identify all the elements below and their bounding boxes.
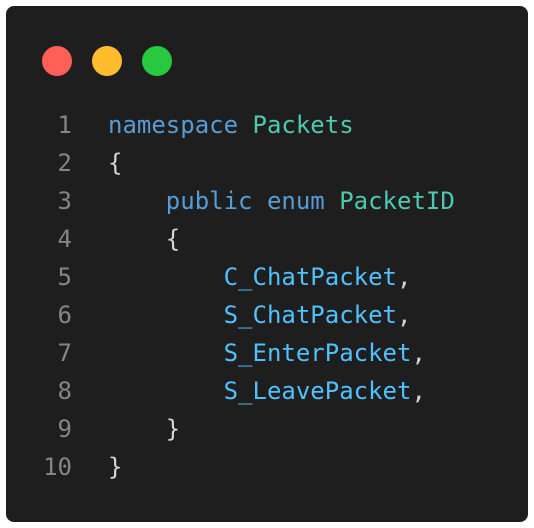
punctuation-token — [253, 187, 267, 215]
line-number: 7 — [57, 339, 72, 367]
close-dot-icon[interactable] — [42, 46, 72, 76]
code-text: } — [108, 448, 122, 486]
code-line: 7 S_EnterPacket, — [6, 334, 528, 372]
code-line: 4 { — [6, 220, 528, 258]
keyword-token: namespace — [108, 111, 239, 139]
maximize-dot-icon[interactable] — [142, 46, 172, 76]
punctuation-token — [238, 111, 252, 139]
punctuation-token: { — [108, 149, 123, 177]
line-number: 1 — [57, 111, 72, 139]
minimize-dot-icon[interactable] — [92, 46, 122, 76]
member-token: S_EnterPacket — [223, 339, 412, 367]
code-line: 5 C_ChatPacket, — [6, 258, 528, 296]
code-block: 1 namespace Packets 2{3 public enum Packet… — [6, 106, 528, 486]
code-line: 9 } — [6, 410, 528, 448]
line-number: 5 — [57, 263, 72, 291]
line-number: 2 — [57, 149, 72, 177]
code-text: S_LeavePacket, — [108, 372, 426, 410]
code-line: 3 public enum PacketID — [6, 182, 528, 220]
member-token: C_ChatPacket — [223, 263, 397, 291]
code-text: { — [108, 220, 180, 258]
line-number: 4 — [57, 225, 72, 253]
code-text: public enum PacketID — [108, 182, 455, 220]
code-text: } — [108, 410, 180, 448]
code-text: S_ChatPacket, — [108, 296, 412, 334]
code-text: namespace Packets — [108, 106, 354, 144]
punctuation-token: } — [108, 453, 123, 481]
punctuation-token: } — [165, 415, 181, 443]
code-line: 10} — [6, 448, 528, 486]
punctuation-token: , — [396, 301, 412, 329]
line-number: 10 — [43, 453, 72, 481]
line-number: 9 — [57, 415, 72, 443]
punctuation-token: , — [396, 263, 412, 291]
code-line: 1 namespace Packets — [6, 106, 528, 144]
type-token: PacketID — [339, 187, 455, 215]
member-token: S_ChatPacket — [223, 301, 397, 329]
code-line: 6 S_ChatPacket, — [6, 296, 528, 334]
code-text: C_ChatPacket, — [108, 258, 412, 296]
code-text: S_EnterPacket, — [108, 334, 426, 372]
punctuation-token — [325, 187, 339, 215]
code-window: 1 namespace Packets 2{3 public enum Packet… — [6, 6, 528, 522]
line-number: 8 — [57, 377, 72, 405]
keyword-token: enum — [266, 187, 325, 215]
line-number: 3 — [57, 187, 72, 215]
code-line: 2{ — [6, 144, 528, 182]
line-number: 6 — [57, 301, 72, 329]
punctuation-token: , — [411, 339, 426, 367]
member-token: S_LeavePacket — [223, 377, 412, 405]
type-token: Packets — [252, 111, 354, 139]
keyword-token: public — [165, 187, 253, 215]
punctuation-token: { — [165, 225, 181, 253]
code-line: 8 S_LeavePacket, — [6, 372, 528, 410]
code-text: { — [108, 144, 122, 182]
punctuation-token: , — [411, 377, 426, 405]
